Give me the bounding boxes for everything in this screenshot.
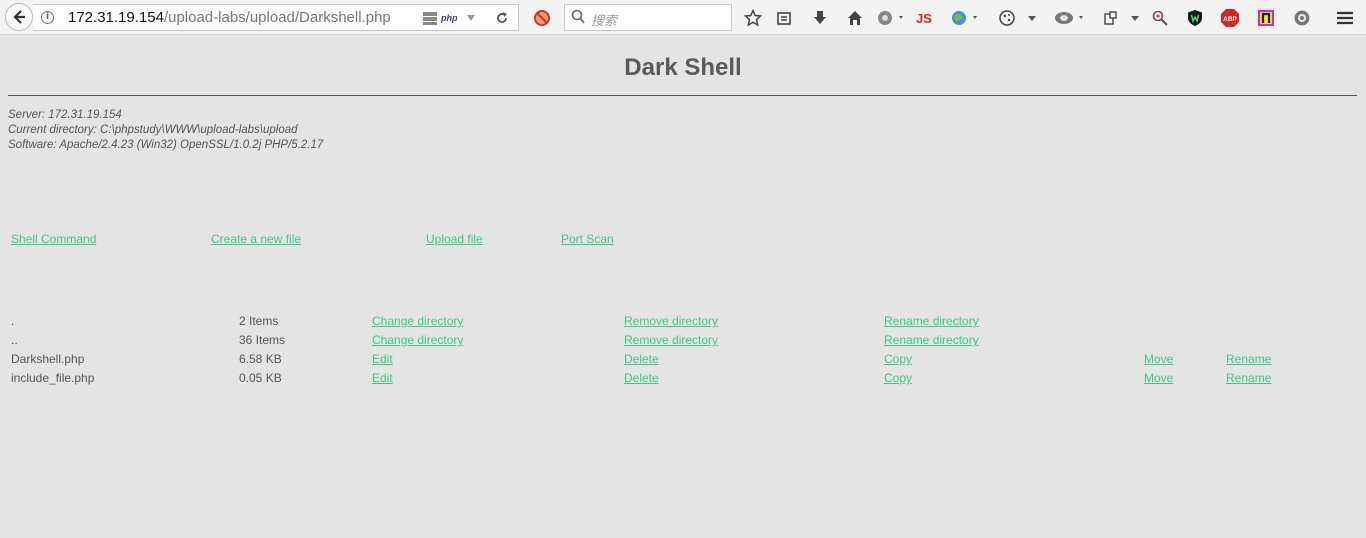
- globe-icon[interactable]: [950, 8, 980, 28]
- search-placeholder: 搜索: [591, 13, 618, 28]
- file-size: 2 Items: [239, 314, 279, 328]
- abp-icon[interactable]: ABP: [1220, 8, 1240, 28]
- js-label: JS: [916, 10, 932, 26]
- file-name: ..: [11, 333, 18, 347]
- js-icon[interactable]: JS: [913, 8, 935, 28]
- file-size: 6.58 KB: [239, 352, 282, 366]
- server-info: Server: 172.31.19.154: [8, 109, 122, 121]
- file-name: include_file.php: [11, 371, 95, 385]
- edit-file-link[interactable]: Edit: [372, 371, 393, 385]
- current-directory-info: Current directory: C:\phpstudy\WWW\uploa…: [8, 124, 298, 136]
- screenshot-icon[interactable]: [1100, 8, 1120, 28]
- reload-icon[interactable]: [495, 11, 509, 30]
- star-icon[interactable]: [743, 8, 763, 28]
- address-bar[interactable]: i 172.31.19.154/upload-labs/upload/Darks…: [33, 4, 519, 31]
- php-badge-label: php: [440, 13, 458, 23]
- software-info: Software: Apache/2.4.23 (Win32) OpenSSL/…: [8, 139, 324, 151]
- edit-file-link[interactable]: Edit: [372, 352, 393, 366]
- settings-icon[interactable]: [1292, 8, 1312, 28]
- chevron-down-icon[interactable]: [1128, 8, 1142, 28]
- change-directory-link[interactable]: Change directory: [372, 333, 463, 347]
- rename-directory-link[interactable]: Rename directory: [884, 333, 979, 347]
- info-icon[interactable]: i: [41, 11, 54, 24]
- move-file-link[interactable]: Move: [1144, 371, 1173, 385]
- upload-file-link[interactable]: Upload file: [426, 232, 483, 246]
- download-icon[interactable]: [810, 8, 830, 28]
- file-size: 0.05 KB: [239, 371, 282, 385]
- copy-file-link[interactable]: Copy: [884, 352, 912, 366]
- reading-list-icon[interactable]: [774, 8, 794, 28]
- remove-directory-link[interactable]: Remove directory: [624, 333, 718, 347]
- file-name: Darkshell.php: [11, 352, 85, 366]
- search-icon: [571, 9, 585, 30]
- server-icon[interactable]: php: [421, 10, 479, 26]
- move-file-link[interactable]: Move: [1144, 352, 1173, 366]
- delete-file-link[interactable]: Delete: [624, 352, 659, 366]
- menu-icon[interactable]: [1335, 8, 1355, 28]
- delete-file-link[interactable]: Delete: [624, 371, 659, 385]
- rename-file-link[interactable]: Rename: [1226, 371, 1271, 385]
- file-name: .: [11, 314, 15, 328]
- hackbar-icon[interactable]: [1053, 8, 1087, 28]
- create-file-link[interactable]: Create a new file: [211, 232, 301, 246]
- shield-icon[interactable]: [1185, 8, 1205, 28]
- remove-directory-link[interactable]: Remove directory: [624, 314, 718, 328]
- home-icon[interactable]: [845, 8, 865, 28]
- rename-directory-link[interactable]: Rename directory: [884, 314, 979, 328]
- port-scan-link[interactable]: Port Scan: [561, 232, 614, 246]
- copy-file-link[interactable]: Copy: [884, 371, 912, 385]
- rename-file-link[interactable]: Rename: [1226, 352, 1271, 366]
- web-developer-icon[interactable]: [876, 8, 906, 28]
- key-icon[interactable]: [1150, 8, 1170, 28]
- back-arrow-icon[interactable]: [5, 3, 33, 31]
- abp-label: ABP: [1223, 16, 1237, 23]
- browser-toolbar: i 172.31.19.154/upload-labs/upload/Darks…: [0, 0, 1366, 35]
- url-text[interactable]: 172.31.19.154/upload-labs/upload/Darkshe…: [68, 9, 391, 26]
- shell-command-link[interactable]: Shell Command: [11, 232, 96, 246]
- search-input[interactable]: 搜索: [564, 4, 732, 31]
- title-divider: [8, 95, 1357, 96]
- page-title: Dark Shell: [624, 54, 742, 81]
- change-directory-link[interactable]: Change directory: [372, 314, 463, 328]
- cookie-icon[interactable]: [996, 8, 1018, 28]
- file-size: 36 Items: [239, 333, 286, 347]
- pocket-icon[interactable]: [1256, 8, 1276, 28]
- chevron-down-icon[interactable]: [1025, 8, 1039, 28]
- ad-block-icon[interactable]: [532, 8, 552, 28]
